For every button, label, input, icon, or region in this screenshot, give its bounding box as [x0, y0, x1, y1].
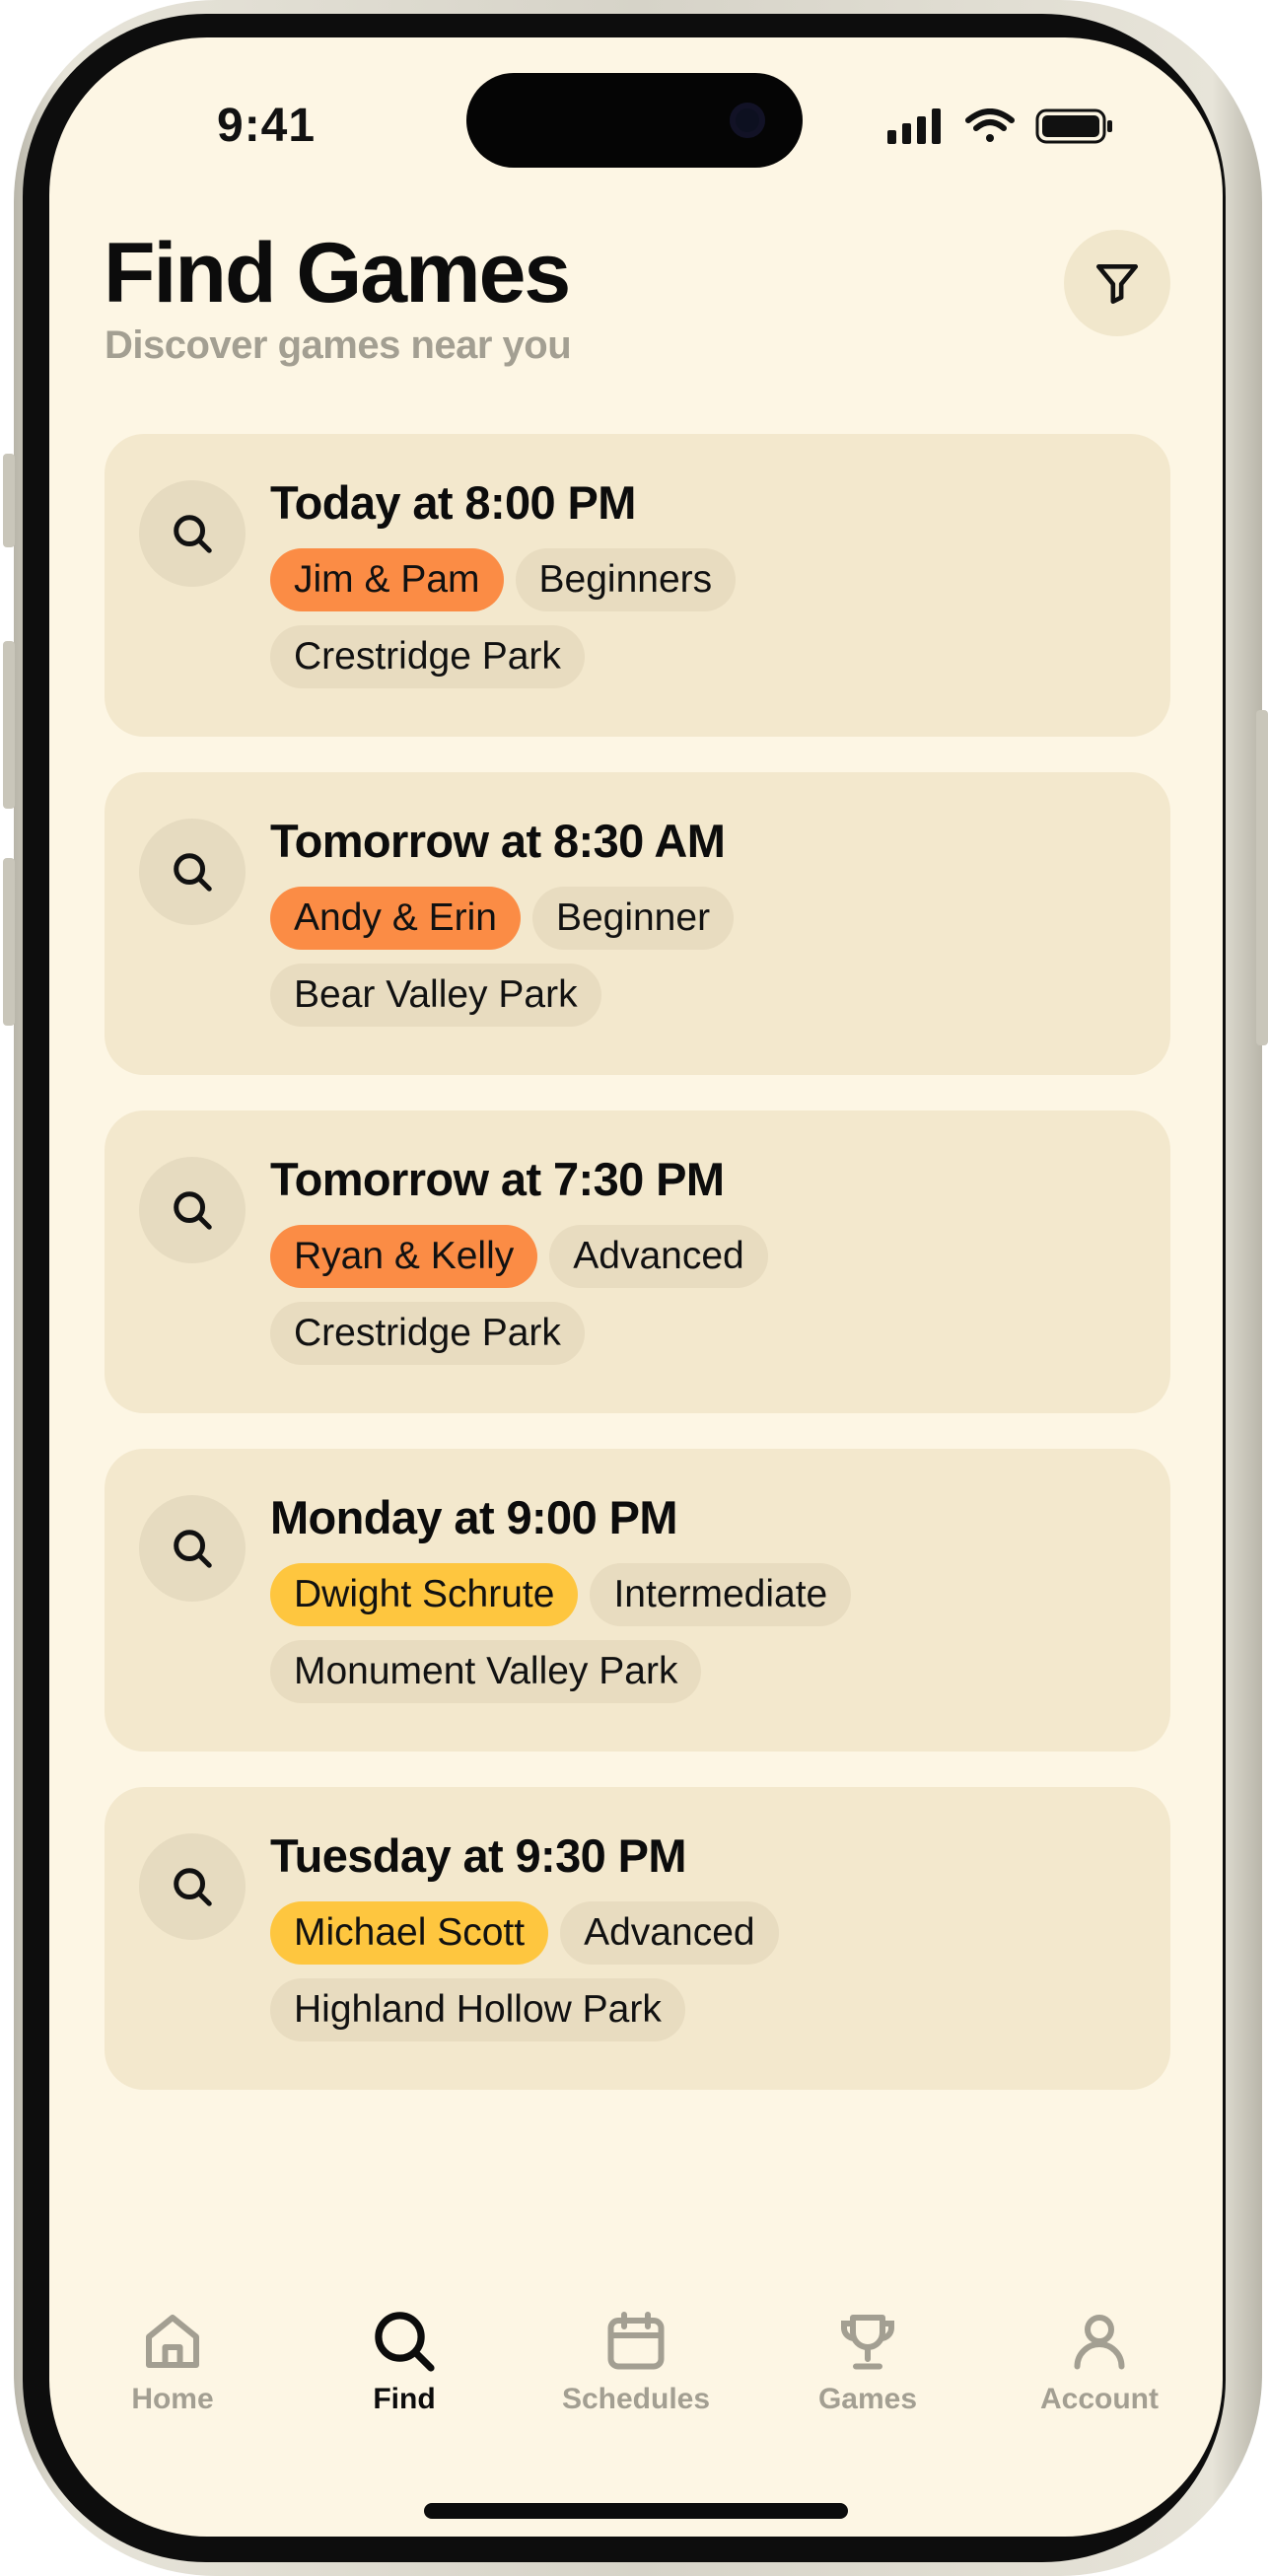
location-chip: Bear Valley Park — [270, 964, 601, 1027]
location-chip: Crestridge Park — [270, 625, 585, 688]
wifi-icon — [965, 108, 1015, 142]
search-icon — [174, 1530, 212, 1568]
tab-account[interactable]: Account — [1011, 2306, 1188, 2444]
game-time: Tomorrow at 8:30 AM — [270, 815, 726, 867]
page-subtitle: Discover games near you — [105, 323, 572, 367]
game-time: Today at 8:00 PM — [270, 476, 636, 529]
game-card[interactable]: Today at 8:00 PM Jim & Pam Beginners Cre… — [105, 434, 1170, 737]
status-icons — [887, 108, 1114, 144]
search-icon — [174, 1191, 212, 1230]
search-icon — [174, 515, 212, 553]
host-chip: Jim & Pam — [270, 548, 504, 611]
level-chip: Advanced — [549, 1225, 768, 1288]
tab-schedules[interactable]: Schedules — [547, 2306, 725, 2444]
game-card[interactable]: Tuesday at 9:30 PM Michael Scott Advance… — [105, 1787, 1170, 2090]
host-chip: Ryan & Kelly — [270, 1225, 538, 1288]
game-time: Monday at 9:00 PM — [270, 1491, 678, 1543]
level-chip: Advanced — [560, 1901, 779, 1965]
host-chip: Dwight Schrute — [270, 1563, 579, 1626]
search-icon-badge — [139, 819, 246, 925]
game-card[interactable]: Tomorrow at 7:30 PM Ryan & Kelly Advance… — [105, 1110, 1170, 1413]
device-mockup: 9:41 Find Games Discover games near you … — [0, 0, 1269, 2576]
search-icon-badge — [139, 480, 246, 587]
battery-icon — [1035, 108, 1112, 144]
calendar-icon — [607, 2312, 665, 2370]
tab-home[interactable]: Home — [84, 2306, 261, 2444]
tab-label: Schedules — [561, 2383, 711, 2415]
person-icon — [1074, 2315, 1125, 2370]
level-chip: Intermediate — [590, 1563, 852, 1626]
search-icon — [174, 1868, 212, 1906]
location-chip: Highland Hollow Park — [270, 1978, 685, 2041]
search-icon-badge — [139, 1833, 246, 1940]
trophy-icon — [841, 2315, 894, 2370]
volume-down-button — [3, 858, 15, 1026]
dynamic-island — [466, 73, 803, 168]
level-chip: Beginners — [515, 548, 737, 611]
search-icon — [174, 853, 212, 892]
game-card[interactable]: Tomorrow at 8:30 AM Andy & Erin Beginner… — [105, 772, 1170, 1075]
host-chip: Michael Scott — [270, 1901, 549, 1965]
status-time: 9:41 — [217, 100, 317, 152]
location-chip: Monument Valley Park — [270, 1640, 702, 1703]
tab-find[interactable]: Find — [316, 2306, 493, 2444]
cellular-signal-icon — [887, 108, 941, 144]
camera-icon — [730, 103, 765, 138]
host-chip: Andy & Erin — [270, 887, 521, 950]
tab-label: Find — [373, 2383, 436, 2415]
search-icon — [375, 2312, 435, 2372]
tab-games[interactable]: Games — [779, 2306, 956, 2444]
app-screen: 9:41 Find Games Discover games near you … — [49, 37, 1223, 2537]
power-button — [1256, 710, 1268, 1045]
level-chip: Beginner — [531, 887, 735, 950]
home-icon — [146, 2315, 199, 2368]
game-time: Tomorrow at 7:30 PM — [270, 1153, 725, 1205]
home-indicator[interactable] — [424, 2503, 848, 2519]
page-title: Find Games — [104, 226, 571, 321]
volume-up-button — [3, 641, 15, 809]
filter-button[interactable] — [1064, 230, 1170, 336]
game-card[interactable]: Monday at 9:00 PM Dwight Schrute Interme… — [105, 1449, 1170, 1752]
location-chip: Crestridge Park — [270, 1302, 585, 1365]
tab-label: Games — [817, 2383, 918, 2415]
action-button — [3, 454, 15, 547]
tab-label: Account — [1040, 2383, 1159, 2415]
game-time: Tuesday at 9:30 PM — [270, 1829, 687, 1882]
search-icon-badge — [139, 1495, 246, 1602]
search-icon-badge — [139, 1157, 246, 1263]
filter-icon — [1095, 264, 1139, 305]
tab-label: Home — [131, 2383, 214, 2415]
